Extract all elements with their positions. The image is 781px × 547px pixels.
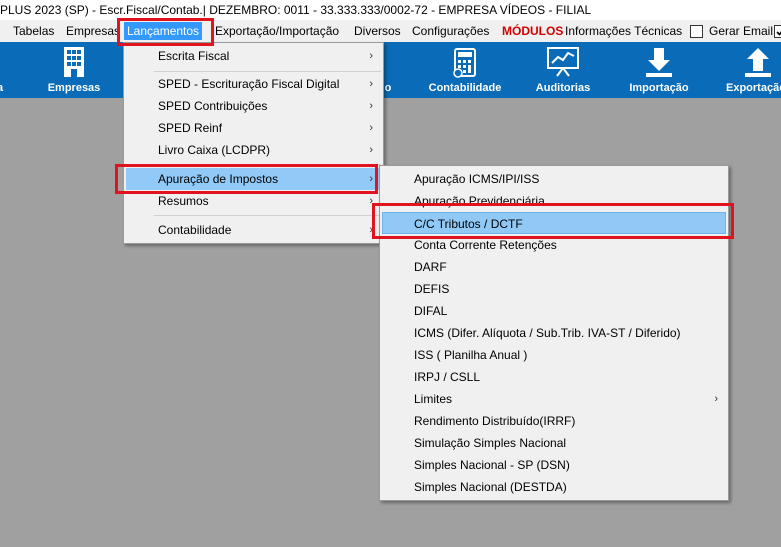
- menu-empresas[interactable]: Empresas: [63, 22, 123, 40]
- submenu-item-icms-difer[interactable]: ICMS (Difer. Alíquota / Sub.Trib. IVA-ST…: [382, 322, 726, 344]
- menu-tabelas[interactable]: Tabelas: [10, 22, 57, 40]
- chevron-right-icon: ›: [369, 122, 373, 134]
- chevron-right-icon: ›: [714, 393, 718, 405]
- chart-board-icon: [547, 47, 579, 77]
- menu-separator: [154, 215, 381, 216]
- toolbar-button-auditorias[interactable]: Auditorias: [528, 42, 598, 98]
- gerar-email-label: Gerar Email: [709, 24, 774, 38]
- submenu-item-simples-dsn[interactable]: Simples Nacional - SP (DSN): [382, 454, 726, 476]
- chevron-right-icon: ›: [369, 144, 373, 156]
- toolbar-button-partial-left[interactable]: a: [0, 42, 10, 98]
- lancamentos-menu: Escrita Fiscal › SPED - Escrituração Fis…: [123, 42, 384, 244]
- main-toolbar: a Empresas o Contabilidade: [0, 42, 781, 98]
- menu-item-sped-reinf[interactable]: SPED Reinf ›: [126, 117, 381, 139]
- menu-item-livro-caixa[interactable]: Livro Caixa (LCDPR) ›: [126, 139, 381, 161]
- submenu-item-limites[interactable]: Limites ›: [382, 388, 726, 410]
- submenu-item-darf[interactable]: DARF: [382, 256, 726, 278]
- toolbar-button-importacao[interactable]: Importação: [622, 42, 696, 98]
- menu-item-escrita-fiscal[interactable]: Escrita Fiscal ›: [126, 45, 381, 67]
- window-title: PLUS 2023 (SP) - Escr.Fiscal/Contab.| DE…: [0, 0, 781, 20]
- second-checkbox[interactable]: [774, 25, 781, 38]
- submenu-item-simulacao-simples[interactable]: Simulação Simples Nacional: [382, 432, 726, 454]
- chevron-right-icon: ›: [369, 78, 373, 90]
- submenu-item-defis[interactable]: DEFIS: [382, 278, 726, 300]
- menu-item-sped-contribuicoes[interactable]: SPED Contribuições ›: [126, 95, 381, 117]
- chevron-right-icon: ›: [369, 100, 373, 112]
- upload-arrow-icon: [745, 48, 771, 77]
- menu-configuracoes[interactable]: Configurações: [409, 22, 492, 40]
- menu-item-contabilidade[interactable]: Contabilidade ›: [126, 219, 381, 241]
- gerar-email-checkbox[interactable]: [690, 25, 703, 38]
- highlight-lancamentos: [117, 18, 214, 46]
- menu-separator: [154, 71, 381, 72]
- building-icon: [64, 47, 84, 77]
- download-arrow-icon: [646, 48, 672, 77]
- menu-exportacao-importacao[interactable]: Exportação/Importação: [212, 22, 342, 40]
- menu-informacoes-tecnicas[interactable]: Informações Técnicas: [562, 22, 685, 40]
- submenu-item-difal[interactable]: DIFAL: [382, 300, 726, 322]
- submenu-item-iss-planilha[interactable]: ISS ( Planilha Anual ): [382, 344, 726, 366]
- highlight-apuracao-impostos: [115, 164, 378, 194]
- calculator-icon: [453, 48, 476, 78]
- menu-diversos[interactable]: Diversos: [351, 22, 404, 40]
- menu-modulos[interactable]: MÓDULOS: [499, 22, 566, 40]
- toolbar-button-empresas[interactable]: Empresas: [38, 42, 110, 98]
- submenu-item-rendimento-distribuido[interactable]: Rendimento Distribuído(IRRF): [382, 410, 726, 432]
- chevron-right-icon: ›: [369, 50, 373, 62]
- toolbar-button-exportacao[interactable]: Exportação: [718, 42, 781, 98]
- submenu-item-simples-destda[interactable]: Simples Nacional (DESTDA): [382, 476, 726, 498]
- menu-item-sped-efd[interactable]: SPED - Escrituração Fiscal Digital ›: [126, 73, 381, 95]
- submenu-item-irpj-csll[interactable]: IRPJ / CSLL: [382, 366, 726, 388]
- highlight-cc-tributos-dctf: [372, 203, 734, 239]
- toolbar-button-contabilidade[interactable]: Contabilidade: [424, 42, 506, 98]
- checkmark-icon: [776, 31, 781, 36]
- submenu-item-apuracao-icms-ipi-iss[interactable]: Apuração ICMS/IPI/ISS: [382, 168, 726, 190]
